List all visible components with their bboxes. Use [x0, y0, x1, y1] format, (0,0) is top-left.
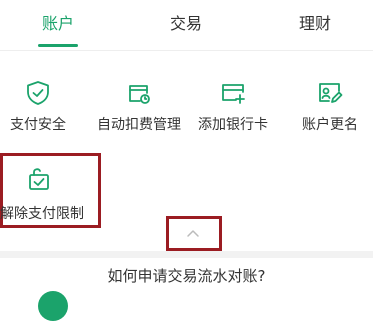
chevron-up-icon — [185, 223, 201, 242]
collapse-button[interactable] — [168, 218, 218, 246]
faq-avatar — [38, 291, 68, 321]
rename-account-icon — [317, 80, 343, 106]
tab-trade[interactable]: 交易 — [146, 10, 226, 38]
service-label: 自动扣费管理 — [97, 117, 181, 133]
service-label: 添加银行卡 — [198, 117, 268, 133]
service-label: 解除支付限制 — [0, 206, 84, 222]
section-divider — [0, 251, 373, 258]
unlock-payment-limit-icon — [26, 166, 52, 192]
service-add-bank-card[interactable]: 添加银行卡 — [187, 80, 279, 136]
top-tab-bar: 账户 交易 理财 — [0, 0, 373, 51]
service-remove-payment-limit[interactable]: 解除支付限制 — [0, 166, 88, 222]
add-card-icon — [220, 80, 246, 106]
service-payment-security[interactable]: 支付安全 — [0, 80, 84, 136]
service-rename-account[interactable]: 账户更名 — [284, 80, 373, 136]
service-label: 支付安全 — [10, 117, 66, 133]
active-tab-indicator — [38, 44, 78, 47]
tab-divider — [0, 50, 373, 51]
tab-account[interactable]: 账户 — [18, 10, 98, 38]
auto-debit-icon — [126, 80, 152, 106]
faq-title[interactable]: 如何申请交易流水对账? — [0, 266, 373, 286]
service-label: 账户更名 — [302, 117, 358, 133]
tab-wealth[interactable]: 理财 — [275, 10, 355, 38]
shield-check-icon — [25, 80, 51, 106]
service-auto-debit[interactable]: 自动扣费管理 — [93, 80, 185, 136]
